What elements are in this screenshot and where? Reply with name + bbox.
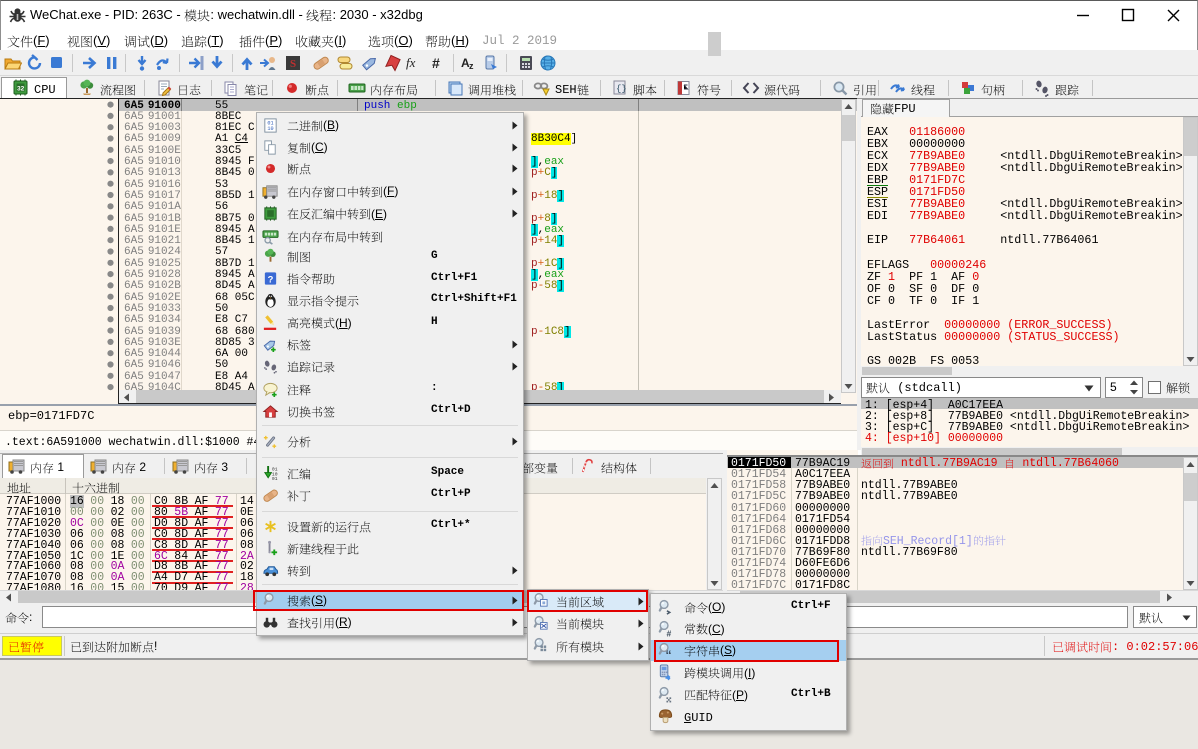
svg-text:#: # xyxy=(666,629,671,637)
svg-text:S: S xyxy=(290,58,296,70)
svg-text:10: 10 xyxy=(267,126,273,132)
svg-text:?: ? xyxy=(268,274,274,285)
svg-text:fx: fx xyxy=(406,55,416,70)
svg-text:{}: {} xyxy=(616,84,627,94)
svg-text:#: # xyxy=(432,55,440,71)
svg-text:01: 01 xyxy=(272,476,278,482)
svg-text:z: z xyxy=(469,61,474,71)
